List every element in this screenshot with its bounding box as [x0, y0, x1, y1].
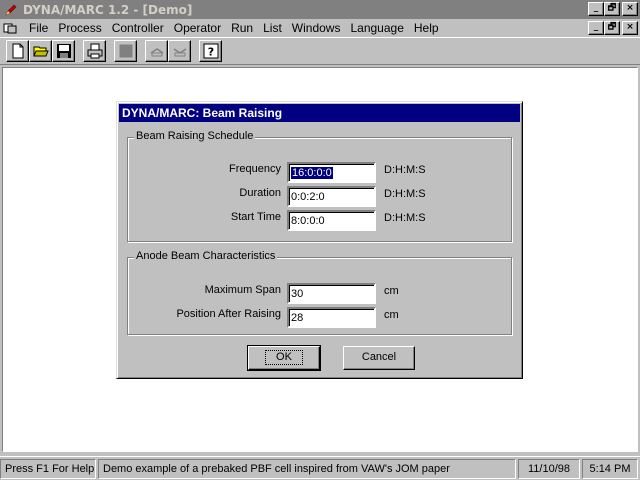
new-file-button[interactable]: [6, 40, 29, 62]
receive-button[interactable]: [168, 40, 191, 62]
send-button[interactable]: [145, 40, 168, 62]
minimize-button[interactable]: _: [588, 2, 604, 16]
menu-process[interactable]: Process: [53, 21, 106, 35]
restore-icon: 🗗: [607, 22, 617, 32]
maximum-span-label: Maximum Span: [204, 284, 281, 296]
send-icon: [150, 48, 163, 57]
status-bar: Press F1 For Help Demo example of a preb…: [0, 456, 640, 480]
close-icon: ×: [626, 3, 634, 13]
save-button[interactable]: [52, 40, 75, 62]
position-after-raising-unit: cm: [384, 309, 399, 321]
window-titlebar[interactable]: DYNA/MARC 1.2 - [Demo] _ 🗗 ×: [0, 0, 640, 19]
ok-button[interactable]: OK: [247, 345, 321, 371]
svg-text:?: ?: [207, 46, 213, 59]
blank-icon: [119, 44, 132, 58]
print-icon: [87, 43, 102, 59]
blank-button[interactable]: [114, 40, 137, 62]
print-button[interactable]: [83, 40, 106, 62]
help-icon: ?: [203, 43, 218, 59]
dialog-title[interactable]: DYNA/MARC: Beam Raising: [119, 104, 520, 122]
status-date: 11/10/98: [518, 458, 580, 479]
frequency-label: Frequency: [229, 163, 281, 175]
position-after-raising-field[interactable]: 28: [287, 307, 376, 328]
frequency-unit: D:H:M:S: [384, 164, 426, 176]
beam-raising-dialog: DYNA/MARC: Beam Raising Beam Raising Sch…: [116, 101, 523, 379]
duration-field[interactable]: 0:0:2:0: [287, 186, 376, 207]
menu-operator[interactable]: Operator: [169, 21, 226, 35]
restore-button[interactable]: 🗗: [604, 2, 620, 16]
schedule-legend: Beam Raising Schedule: [134, 130, 256, 142]
menu-help[interactable]: Help: [409, 21, 444, 35]
menu-run[interactable]: Run: [226, 21, 258, 35]
help-button[interactable]: ?: [199, 40, 222, 62]
menu-list[interactable]: List: [258, 21, 287, 35]
status-time: 5:14 PM: [582, 458, 638, 479]
close-button[interactable]: ×: [622, 2, 638, 16]
start-time-field[interactable]: 8:0:0:0: [287, 210, 376, 231]
anode-legend: Anode Beam Characteristics: [134, 250, 278, 262]
frequency-field[interactable]: 16:0:0:0: [287, 162, 376, 183]
receive-icon: [173, 48, 186, 57]
start-time-label: Start Time: [230, 211, 281, 223]
status-help-text: Press F1 For Help: [0, 458, 96, 479]
cancel-button[interactable]: Cancel: [343, 346, 415, 370]
open-folder-icon: [32, 46, 49, 57]
toolbar: ?: [0, 37, 640, 65]
position-after-raising-label: Position After Raising: [176, 308, 281, 320]
new-file-icon: [12, 43, 23, 59]
document-icon[interactable]: [2, 21, 18, 35]
window-title: DYNA/MARC 1.2 - [Demo]: [23, 2, 193, 17]
duration-unit: D:H:M:S: [384, 188, 426, 200]
close-icon: ×: [626, 22, 634, 32]
menu-bar: File Process Controller Operator Run Lis…: [0, 19, 640, 37]
frequency-value: 16:0:0:0: [291, 167, 333, 179]
save-disk-icon: [56, 44, 71, 58]
ok-label: OK: [265, 350, 303, 365]
restore-icon: 🗗: [607, 3, 617, 13]
pen-icon: [3, 2, 19, 18]
child-restore-button[interactable]: 🗗: [604, 21, 620, 35]
status-message: Demo example of a prebaked PBF cell insp…: [98, 458, 516, 479]
open-folder-button[interactable]: [29, 40, 52, 62]
menu-file[interactable]: File: [24, 21, 53, 35]
child-close-button[interactable]: ×: [622, 21, 638, 35]
menu-language[interactable]: Language: [345, 21, 408, 35]
start-time-unit: D:H:M:S: [384, 212, 426, 224]
menu-windows[interactable]: Windows: [287, 21, 346, 35]
duration-label: Duration: [239, 187, 281, 199]
child-minimize-button[interactable]: _: [588, 21, 604, 35]
minimize-icon: _: [593, 22, 599, 32]
minimize-icon: _: [593, 3, 599, 13]
maximum-span-unit: cm: [384, 285, 399, 297]
maximum-span-field[interactable]: 30: [287, 283, 376, 304]
menu-controller[interactable]: Controller: [107, 21, 169, 35]
